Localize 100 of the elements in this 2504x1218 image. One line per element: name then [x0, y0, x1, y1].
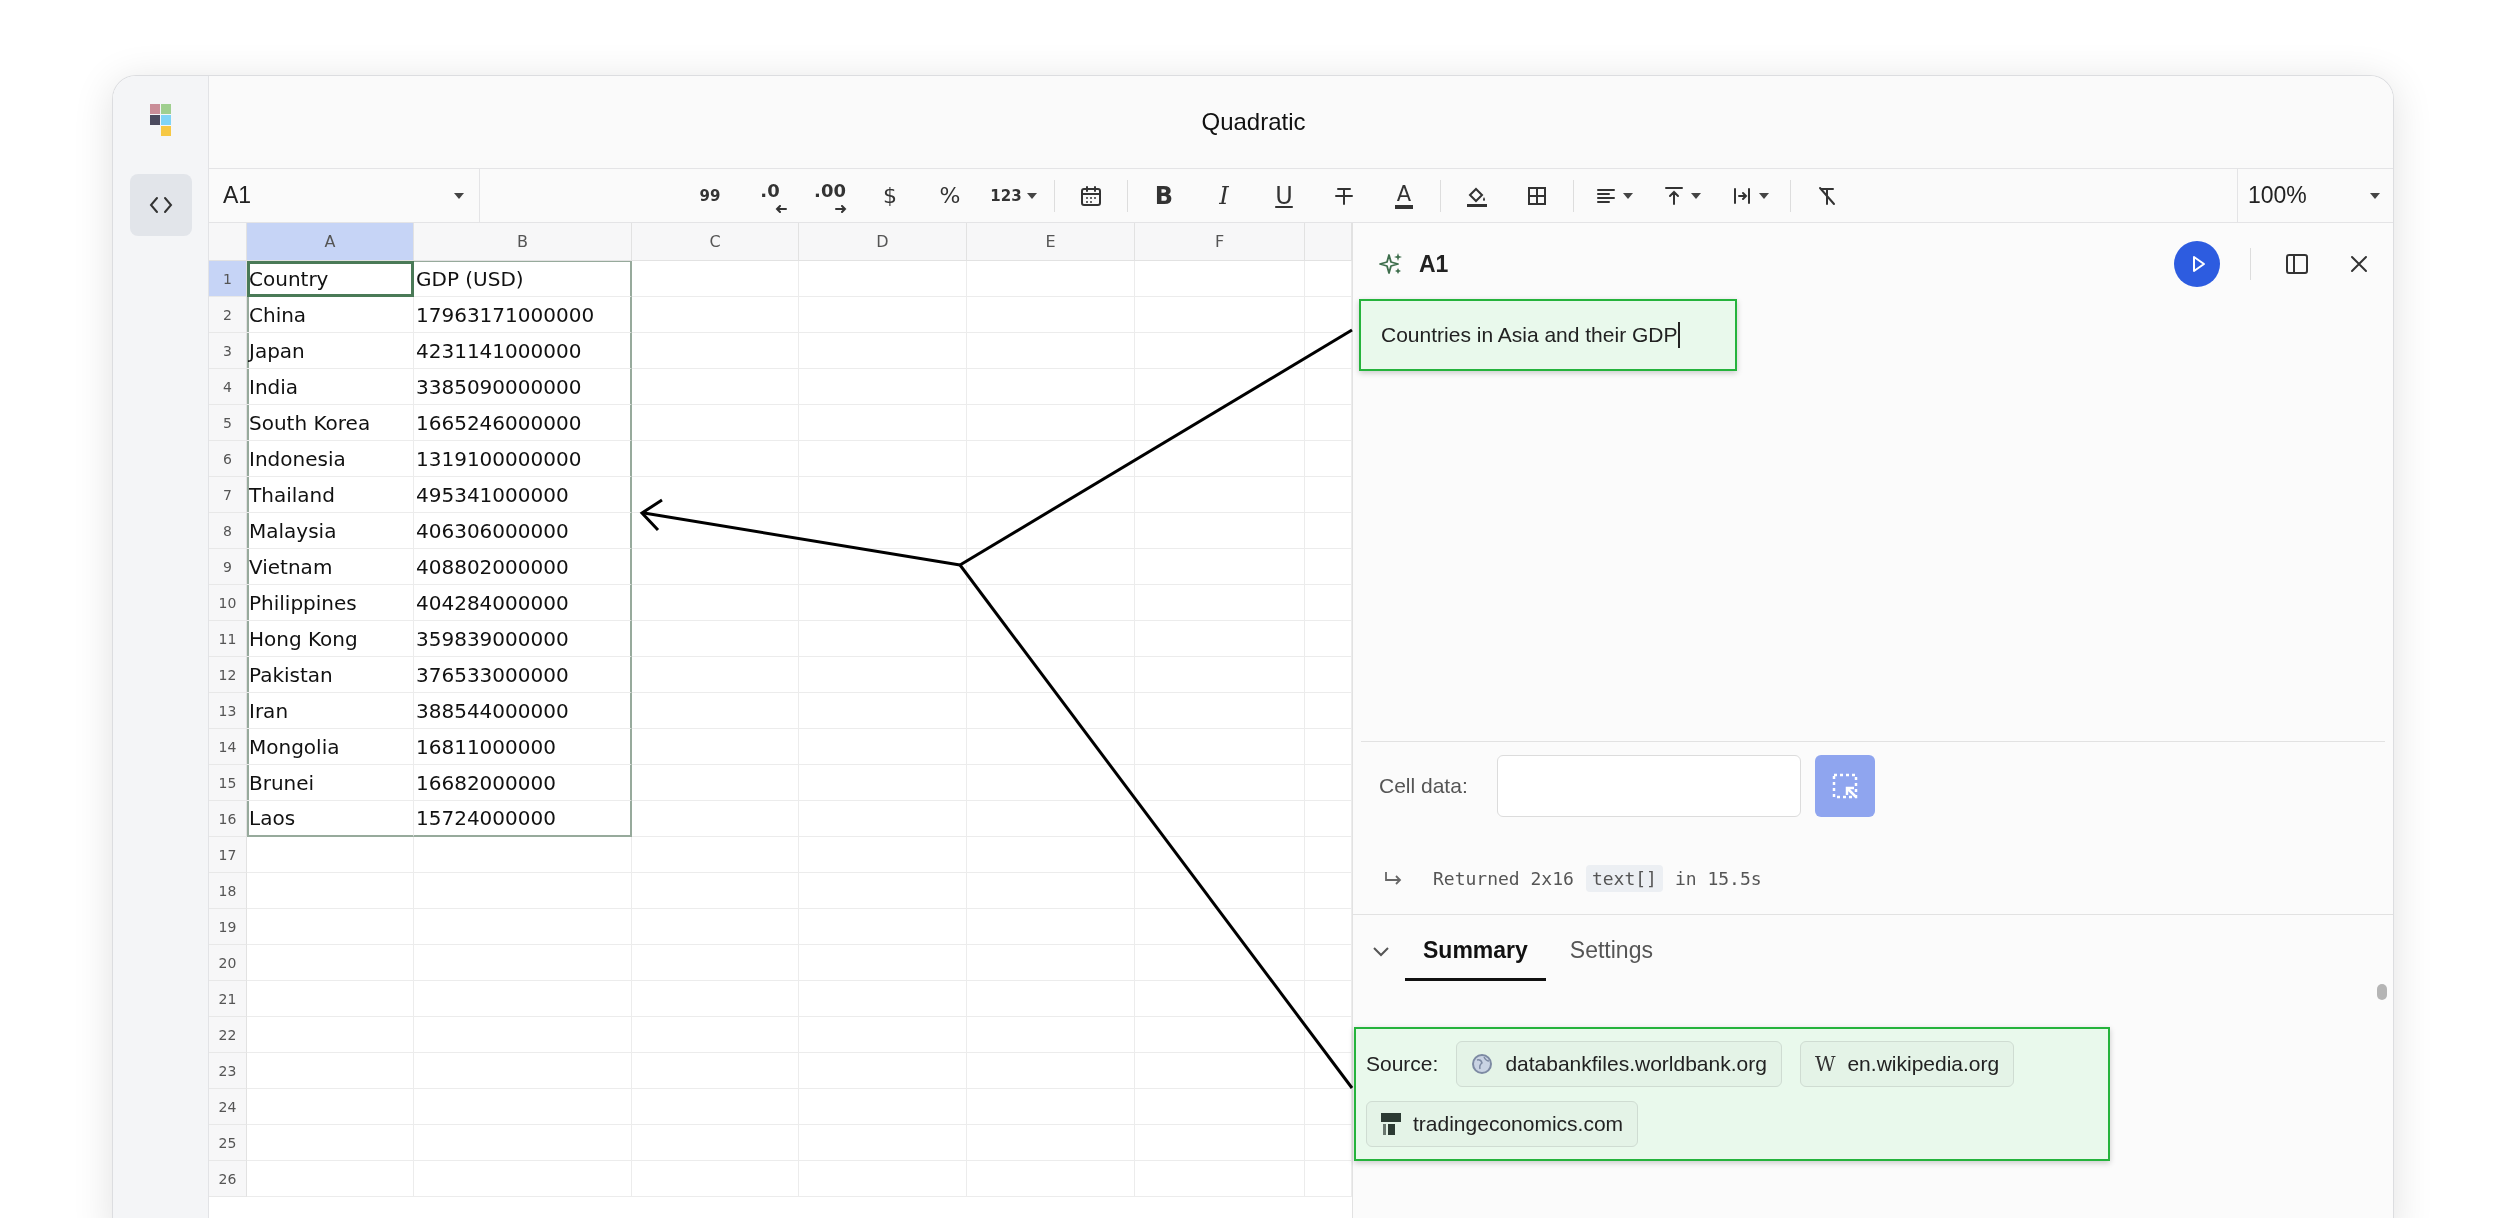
italic-button[interactable]: I [1200, 175, 1248, 216]
selection-icon [1830, 771, 1860, 801]
row-number[interactable]: 2 [209, 297, 247, 333]
prompt-field[interactable]: Countries in Asia and their GDP [1359, 299, 1737, 371]
row-number[interactable]: 10 [209, 585, 247, 621]
table-cell: 404284000000 [414, 585, 632, 621]
row-number[interactable]: 14 [209, 729, 247, 765]
number-format-button[interactable]: 123 [986, 175, 1042, 216]
row-number[interactable]: 11 [209, 621, 247, 657]
play-icon [2191, 255, 2207, 273]
column-header[interactable]: F [1135, 223, 1305, 261]
percent-button[interactable]: % [926, 175, 974, 216]
table-cell: 3385090000000 [414, 369, 632, 405]
text-caret [1678, 322, 1681, 348]
row-number[interactable]: 5 [209, 405, 247, 441]
table-cell: Pakistan [247, 657, 414, 693]
row-number[interactable]: 19 [209, 909, 247, 945]
quote-format-button[interactable]: 99 [686, 175, 734, 216]
row-number[interactable]: 1 [209, 261, 247, 297]
row-number[interactable]: 7 [209, 477, 247, 513]
row-number[interactable]: 12 [209, 657, 247, 693]
underline-button[interactable]: U [1260, 175, 1308, 216]
app-logo [150, 104, 171, 136]
scrollbar-thumb[interactable] [2377, 984, 2387, 1000]
cell-name: A1 [1419, 250, 1449, 278]
tab[interactable]: Summary [1405, 923, 1546, 981]
row-number[interactable]: 22 [209, 1017, 247, 1053]
result-text: Returned 2x16 [1433, 867, 1574, 889]
row-number[interactable]: 3 [209, 333, 247, 369]
table-cell: Brunei [247, 765, 414, 801]
table-cell: 495341000000 [414, 477, 632, 513]
caret-icon [1025, 190, 1038, 201]
table-cell: 1319100000000 [414, 441, 632, 477]
table-cell: Laos [247, 801, 414, 837]
zoom-dropdown[interactable]: 100% [2237, 169, 2393, 222]
table-cell: Mongolia [247, 729, 414, 765]
column-header[interactable]: B [414, 223, 632, 261]
row-number[interactable]: 16 [209, 801, 247, 837]
table-cell: 406306000000 [414, 513, 632, 549]
column-header[interactable]: A [247, 223, 414, 261]
tab[interactable]: Settings [1551, 923, 1671, 981]
caret-icon [1690, 190, 1702, 201]
row-number[interactable]: 26 [209, 1161, 247, 1197]
bold-button[interactable]: B [1140, 175, 1188, 216]
source-link[interactable]: tradingeconomics.com [1366, 1101, 1639, 1147]
row-number[interactable]: 13 [209, 693, 247, 729]
field-label: Cell data: [1379, 774, 1469, 798]
type-chip: text[] [1585, 864, 1663, 892]
table-cell: Thailand [247, 477, 414, 513]
currency-button[interactable]: $ [866, 175, 914, 216]
table-cell: 376533000000 [414, 657, 632, 693]
code-button[interactable] [129, 174, 192, 236]
cell-reference-field[interactable]: A1 [209, 169, 480, 222]
row-number[interactable]: 6 [209, 441, 247, 477]
return-arrow-icon [1383, 870, 1403, 886]
table-cell: 15724000000 [414, 801, 632, 837]
cell-data-field[interactable] [1497, 755, 1801, 817]
row-number[interactable]: 21 [209, 981, 247, 1017]
row-number[interactable]: 8 [209, 513, 247, 549]
row-number[interactable]: 17 [209, 837, 247, 873]
column-header[interactable]: D [799, 223, 967, 261]
table-cell: 16811000000 [414, 729, 632, 765]
row-number[interactable]: 4 [209, 369, 247, 405]
duration-text: in 15.5s [1674, 867, 1762, 889]
row-number[interactable]: 20 [209, 945, 247, 981]
table-cell: Malaysia [247, 513, 414, 549]
wikipedia-icon: W [1814, 1052, 1836, 1076]
row-number[interactable]: 23 [209, 1053, 247, 1089]
decrease-decimals-button[interactable]: .0 [746, 175, 794, 216]
source-link[interactable]: databankfiles.worldbank.org [1456, 1041, 1782, 1087]
row-number[interactable]: 18 [209, 873, 247, 909]
select-cells-button[interactable] [1815, 755, 1875, 817]
column-header[interactable]: E [967, 223, 1135, 261]
sparkles-icon [1379, 252, 1403, 276]
table-cell: 17963171000000 [414, 297, 632, 333]
row-number[interactable]: 25 [209, 1125, 247, 1161]
source-link[interactable]: W en.wikipedia.org [1799, 1041, 2015, 1087]
panel-icon [2285, 252, 2309, 276]
table-cell: 359839000000 [414, 621, 632, 657]
table-cell: Hong Kong [247, 621, 414, 657]
sources-label: Source: [1366, 1052, 1439, 1076]
globe-icon [1471, 1053, 1494, 1075]
table-cell: Philippines [247, 585, 414, 621]
row-number[interactable]: 15 [209, 765, 247, 801]
text-color-button[interactable]: A [1380, 175, 1428, 216]
column-header[interactable]: C [632, 223, 799, 261]
increase-decimals-button[interactable]: .00 [806, 175, 854, 216]
arrow-right-icon [834, 204, 848, 213]
window-title: Quadratic [1201, 108, 1306, 136]
table-cell: Iran [247, 693, 414, 729]
table-cell: 4231141000000 [414, 333, 632, 369]
table-cell: South Korea [247, 405, 414, 441]
calendar-icon [1079, 183, 1103, 208]
caret-icon [1622, 190, 1634, 201]
caret-icon [1758, 190, 1770, 201]
row-number[interactable]: 9 [209, 549, 247, 585]
table-cell: Japan [247, 333, 414, 369]
table-cell: Indonesia [247, 441, 414, 477]
run-button[interactable] [2174, 241, 2220, 287]
row-number[interactable]: 24 [209, 1089, 247, 1125]
